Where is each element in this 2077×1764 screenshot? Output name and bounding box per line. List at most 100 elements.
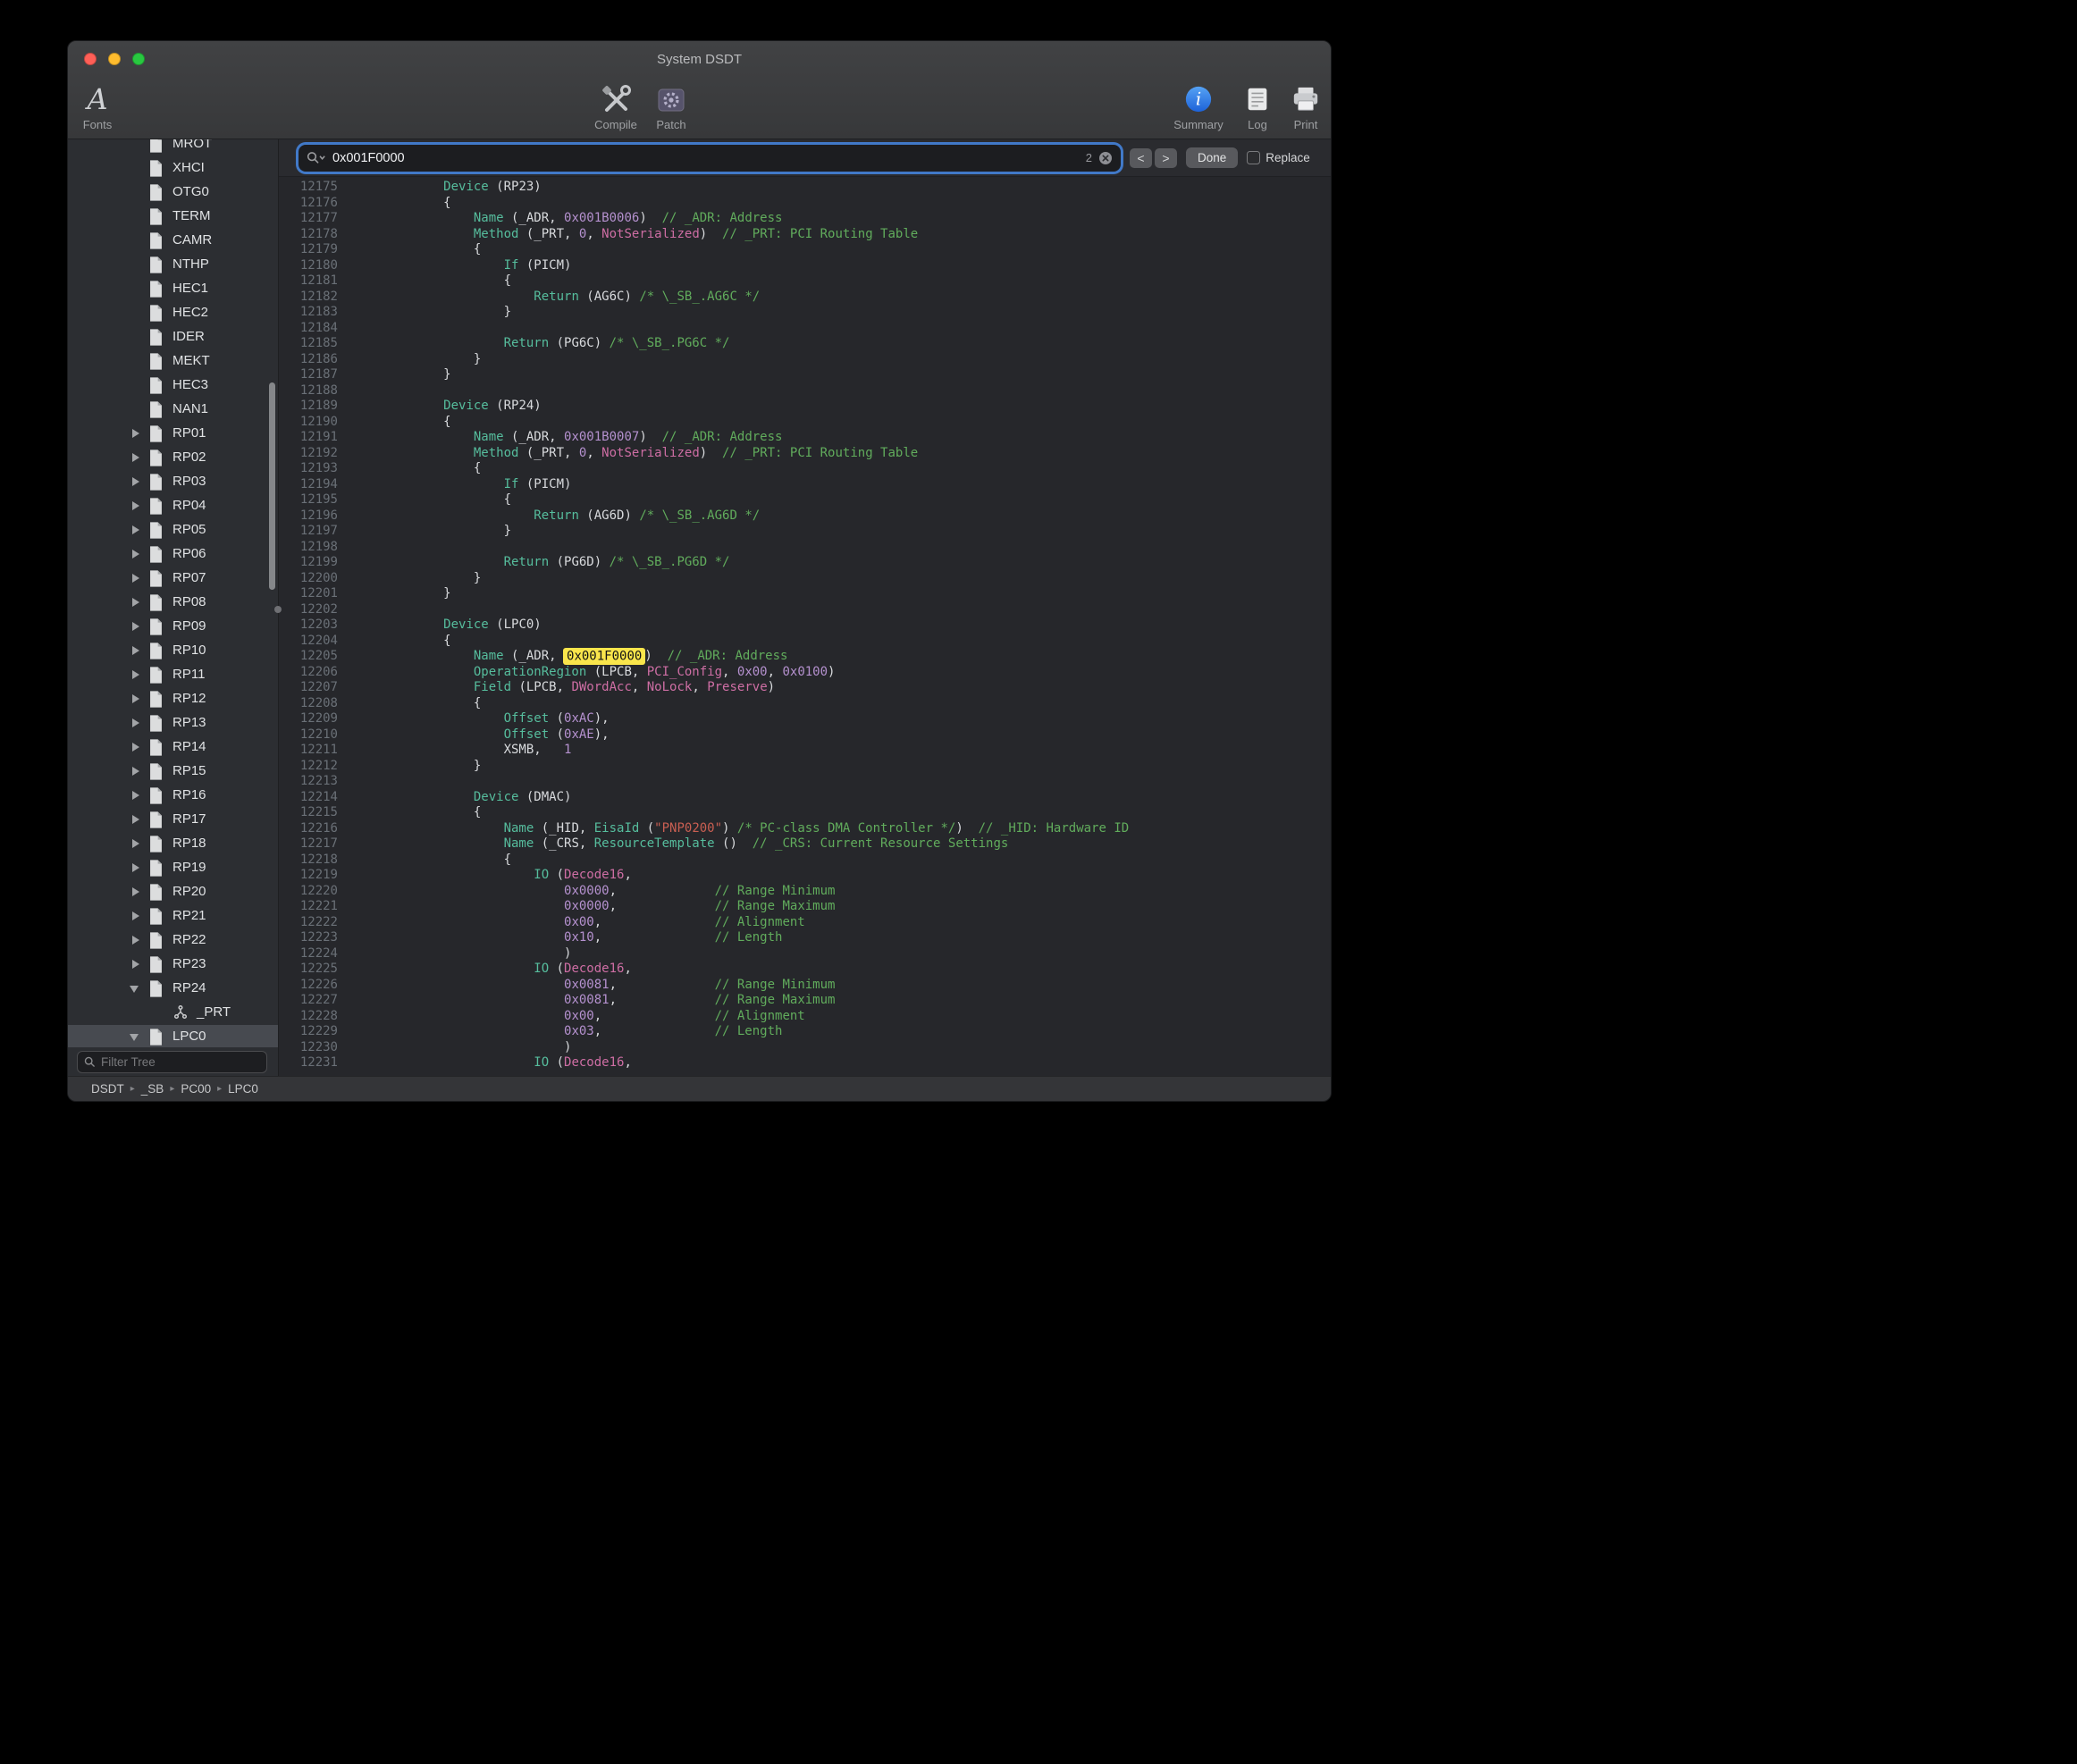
tree-item-RP17[interactable]: RP17 <box>68 808 278 832</box>
print-button[interactable]: Print <box>1285 82 1326 131</box>
patch-button[interactable]: Patch <box>649 82 694 131</box>
chevron-right-icon[interactable] <box>132 477 139 486</box>
filter-tree-field[interactable] <box>77 1051 267 1073</box>
chevron-down-icon[interactable] <box>130 986 139 993</box>
chevron-right-icon[interactable] <box>132 694 139 703</box>
line-number: 12183 <box>279 305 338 321</box>
tree-item-IDER[interactable]: IDER <box>68 325 278 349</box>
summary-button[interactable]: i Summary <box>1173 82 1224 131</box>
tree-item-RP10[interactable]: RP10 <box>68 639 278 663</box>
tree-item-HEC2[interactable]: HEC2 <box>68 301 278 325</box>
close-button[interactable] <box>84 53 97 65</box>
filter-tree-input[interactable] <box>101 1055 260 1069</box>
tree-item-RP13[interactable]: RP13 <box>68 711 278 735</box>
chevron-right-icon[interactable] <box>132 550 139 559</box>
clear-search-icon[interactable] <box>1098 151 1113 165</box>
search-field[interactable]: 2 <box>299 145 1121 172</box>
chevron-right-icon[interactable] <box>132 839 139 848</box>
tree-item-_PRT[interactable]: _PRT <box>68 1001 278 1025</box>
tree-item-RP15[interactable]: RP15 <box>68 760 278 784</box>
chevron-right-icon[interactable] <box>132 791 139 800</box>
fonts-button[interactable]: A Fonts <box>77 82 118 131</box>
breadcrumb-item[interactable]: _SB <box>141 1082 164 1096</box>
tree-item-RP22[interactable]: RP22 <box>68 928 278 953</box>
tree-item-CAMR[interactable]: CAMR <box>68 229 278 253</box>
code-editor[interactable]: 12175 Device (RP23)12176 {12177 Name (_A… <box>279 177 1331 1076</box>
breadcrumb-item[interactable]: LPC0 <box>228 1082 258 1096</box>
tree-item-RP23[interactable]: RP23 <box>68 953 278 977</box>
chevron-right-icon[interactable] <box>132 429 139 438</box>
chevron-right-icon[interactable] <box>132 598 139 607</box>
chevron-right-icon[interactable] <box>132 815 139 824</box>
find-next-button[interactable]: > <box>1155 148 1177 168</box>
tree-item-NAN1[interactable]: NAN1 <box>68 398 278 422</box>
compile-button[interactable]: Compile <box>590 82 642 131</box>
tree-item-RP11[interactable]: RP11 <box>68 663 278 687</box>
tree-item-RP24[interactable]: RP24 <box>68 977 278 1001</box>
sidebar-scrollbar[interactable] <box>269 382 275 590</box>
tree-item-RP14[interactable]: RP14 <box>68 735 278 760</box>
chevron-right-icon[interactable] <box>132 453 139 462</box>
minimize-button[interactable] <box>108 53 121 65</box>
chevron-right-icon[interactable] <box>132 767 139 776</box>
breadcrumb-item[interactable]: PC00 <box>181 1082 211 1096</box>
chevron-right-icon[interactable] <box>132 743 139 752</box>
tree-item-RP07[interactable]: RP07 <box>68 567 278 591</box>
code-token <box>353 430 474 444</box>
chevron-right-icon[interactable] <box>132 622 139 631</box>
tree-item-RP01[interactable]: RP01 <box>68 422 278 446</box>
tree-item-HEC1[interactable]: HEC1 <box>68 277 278 301</box>
line-number: 12227 <box>279 993 338 1009</box>
tree-item-RP05[interactable]: RP05 <box>68 518 278 542</box>
tree-item-NTHP[interactable]: NTHP <box>68 253 278 277</box>
tree-item-TERM[interactable]: TERM <box>68 205 278 229</box>
chevron-right-icon[interactable] <box>132 501 139 510</box>
zoom-button[interactable] <box>132 53 145 65</box>
titlebar[interactable]: System DSDT <box>68 41 1331 77</box>
line-number: 12177 <box>279 211 338 227</box>
tree-item-RP02[interactable]: RP02 <box>68 446 278 470</box>
chevron-right-icon[interactable] <box>132 960 139 969</box>
sidebar-tree-inner: MROTXHCIOTG0TERMCAMRNTHPHEC1HEC2IDERMEKT… <box>68 139 278 1047</box>
code-token: EisaId <box>594 821 640 836</box>
tree-item-RP12[interactable]: RP12 <box>68 687 278 711</box>
replace-checkbox[interactable] <box>1247 151 1260 164</box>
tree-item-RP06[interactable]: RP06 <box>68 542 278 567</box>
find-previous-button[interactable]: < <box>1130 148 1152 168</box>
sidebar-tree[interactable]: MROTXHCIOTG0TERMCAMRNTHPHEC1HEC2IDERMEKT… <box>68 139 278 1047</box>
chevron-right-icon[interactable] <box>132 911 139 920</box>
tree-item-XHCI[interactable]: XHCI <box>68 156 278 181</box>
tree-item-RP21[interactable]: RP21 <box>68 904 278 928</box>
chevron-down-icon[interactable] <box>130 1034 139 1041</box>
tree-item-OTG0[interactable]: OTG0 <box>68 181 278 205</box>
chevron-right-icon[interactable] <box>132 863 139 872</box>
tree-item-MROT[interactable]: MROT <box>68 139 278 156</box>
code-token: // _PRT: PCI Routing Table <box>722 227 918 241</box>
code-token: , <box>610 884 715 898</box>
chevron-right-icon[interactable] <box>132 936 139 945</box>
tree-item-RP04[interactable]: RP04 <box>68 494 278 518</box>
chevron-right-icon[interactable] <box>132 718 139 727</box>
chevron-right-icon[interactable] <box>132 887 139 896</box>
tree-item-RP20[interactable]: RP20 <box>68 880 278 904</box>
tree-item-RP03[interactable]: RP03 <box>68 470 278 494</box>
chevron-right-icon[interactable] <box>132 670 139 679</box>
tree-item-RP19[interactable]: RP19 <box>68 856 278 880</box>
line-number: 12218 <box>279 853 338 869</box>
chevron-right-icon[interactable] <box>132 646 139 655</box>
log-button[interactable]: Log <box>1240 82 1275 131</box>
tree-item-RP18[interactable]: RP18 <box>68 832 278 856</box>
search-input[interactable] <box>332 151 1080 165</box>
done-button[interactable]: Done <box>1186 147 1238 168</box>
code-token: (PG6D) <box>549 555 609 569</box>
breadcrumb-item[interactable]: DSDT <box>91 1082 124 1096</box>
chevron-right-icon[interactable] <box>132 574 139 583</box>
tree-item-RP08[interactable]: RP08 <box>68 591 278 615</box>
chevron-right-icon[interactable] <box>132 525 139 534</box>
tree-item-RP09[interactable]: RP09 <box>68 615 278 639</box>
tree-item-RP16[interactable]: RP16 <box>68 784 278 808</box>
search-scope-icon[interactable] <box>307 151 326 164</box>
tree-item-LPC0[interactable]: LPC0 <box>68 1025 278 1047</box>
tree-item-HEC3[interactable]: HEC3 <box>68 374 278 398</box>
tree-item-MEKT[interactable]: MEKT <box>68 349 278 374</box>
